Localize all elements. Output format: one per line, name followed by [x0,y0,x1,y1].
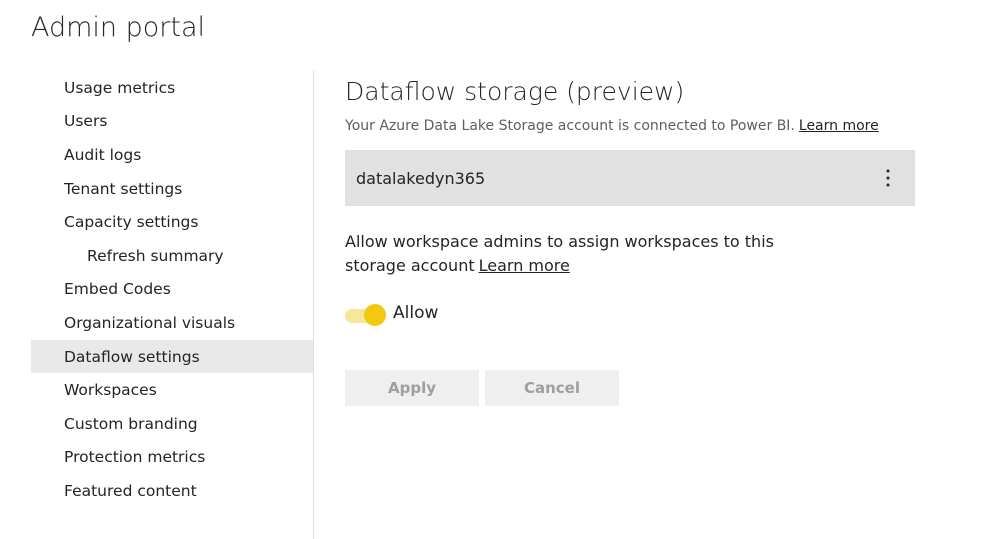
sidebar-item-dataflow-settings[interactable]: Dataflow settings [31,339,313,374]
sidebar-item-users[interactable]: Users [31,105,313,139]
sidebar-item-label: Usage metrics [64,78,176,97]
main-content: Dataflow storage (preview) Your Azure Da… [345,74,945,406]
subtitle-text: Your Azure Data Lake Storage account is … [345,118,795,134]
sidebar-item-featured-content[interactable]: Featured content [31,474,313,508]
sidebar-item-label: Protection metrics [64,448,206,467]
sidebar-item-label: Users [64,112,108,131]
apply-button[interactable]: Apply [345,370,479,406]
sidebar-item-audit-logs[interactable]: Audit logs [31,138,313,172]
sidebar-divider [313,70,314,539]
sidebar-item-label: Custom branding [64,414,198,433]
action-buttons: Apply Cancel [345,370,945,406]
allow-description: Allow workspace admins to assign workspa… [345,230,835,278]
toggle-label: Allow [393,303,439,323]
sidebar-item-capacity-settings[interactable]: Capacity settings [31,205,313,239]
sidebar-item-embed-codes[interactable]: Embed Codes [31,273,313,307]
sidebar-item-protection-metrics[interactable]: Protection metrics [31,441,313,475]
storage-account-name: datalakedyn365 [356,168,486,188]
allow-learn-more-link[interactable]: Learn more [479,256,570,275]
section-title: Dataflow storage (preview) [345,77,685,106]
sidebar-item-label: Tenant settings [64,179,183,198]
sidebar-item-label: Organizational visuals [64,313,236,332]
more-vertical-icon[interactable] [883,168,893,188]
sidebar-item-organizational-visuals[interactable]: Organizational visuals [31,306,313,340]
sidebar-item-label: Dataflow settings [64,347,200,366]
sidebar-item-label: Refresh summary [87,246,224,265]
sidebar-item-label: Embed Codes [64,280,171,299]
sidebar-item-label: Capacity settings [64,213,199,232]
page-title: Admin portal [31,12,206,43]
sidebar-item-usage-metrics[interactable]: Usage metrics [31,71,313,105]
sidebar-item-label: Featured content [64,481,197,500]
sidebar-item-custom-branding[interactable]: Custom branding [31,407,313,441]
sidebar-item-label: Audit logs [64,145,142,164]
learn-more-link[interactable]: Learn more [799,118,879,134]
sidebar-item-workspaces[interactable]: Workspaces [31,373,313,407]
allow-toggle[interactable] [345,303,387,326]
sidebar-item-label: Workspaces [64,381,157,400]
sidebar-item-tenant-settings[interactable]: Tenant settings [31,172,313,206]
allow-toggle-row: Allow [345,300,945,326]
toggle-thumb [364,304,386,326]
storage-account-card[interactable]: datalakedyn365 [345,150,915,206]
cancel-button[interactable]: Cancel [485,370,619,406]
connection-status-text: Your Azure Data Lake Storage account is … [345,116,945,136]
sidebar-nav: Usage metrics Users Audit logs Tenant se… [31,71,313,508]
sidebar-item-refresh-summary[interactable]: Refresh summary [31,239,313,273]
